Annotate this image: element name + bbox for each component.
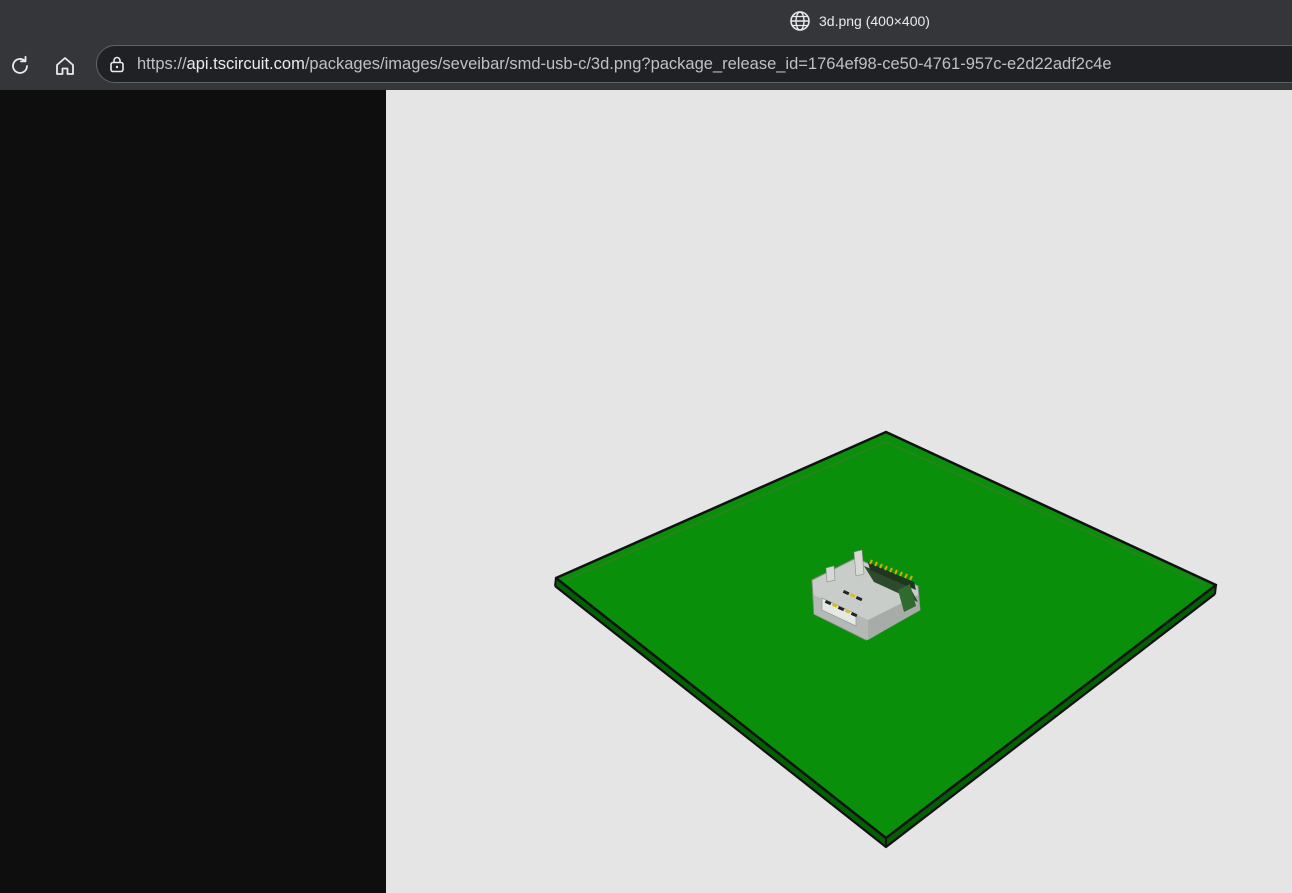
url-host: api.tscircuit.com bbox=[186, 54, 305, 73]
browser-title-bar: 3d.png (400×400) bbox=[0, 0, 1292, 42]
globe-icon bbox=[789, 10, 811, 32]
lock-icon[interactable] bbox=[97, 46, 137, 82]
page-viewport bbox=[0, 90, 1292, 893]
url-text: https://api.tscircuit.com/packages/image… bbox=[137, 55, 1112, 74]
home-icon bbox=[53, 54, 77, 78]
home-button[interactable] bbox=[51, 52, 79, 80]
tab-title: 3d.png (400×400) bbox=[819, 13, 930, 29]
pcb-3d-render bbox=[554, 430, 1218, 849]
browser-toolbar: https://api.tscircuit.com/packages/image… bbox=[0, 42, 1292, 90]
address-bar[interactable]: https://api.tscircuit.com/packages/image… bbox=[96, 45, 1292, 83]
pcb-board bbox=[554, 430, 1218, 840]
url-scheme: https:// bbox=[137, 54, 187, 73]
reload-icon bbox=[8, 54, 32, 78]
displayed-image bbox=[386, 90, 1292, 893]
tab[interactable]: 3d.png (400×400) bbox=[789, 10, 930, 32]
reload-button[interactable] bbox=[6, 52, 34, 80]
url-path: /packages/images/seveibar/smd-usb-c/3d.p… bbox=[304, 54, 1112, 73]
